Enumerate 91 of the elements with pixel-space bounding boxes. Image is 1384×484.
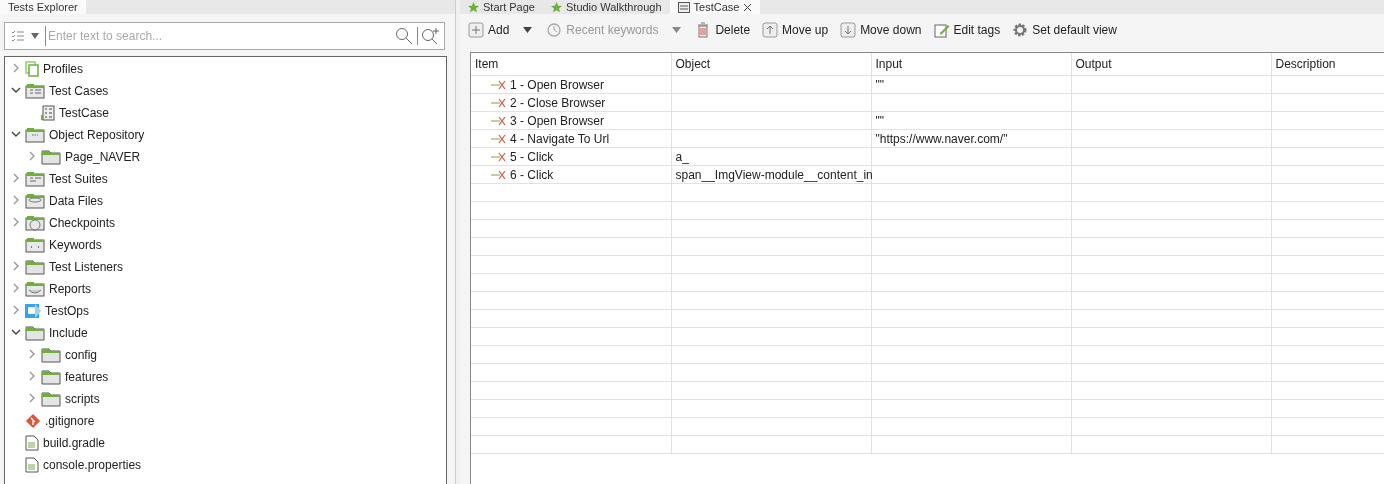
- chevron-right-icon[interactable]: [27, 151, 37, 161]
- tree-item[interactable]: scripts: [65, 392, 100, 406]
- chevron-right-icon[interactable]: [27, 349, 37, 359]
- star-icon: [468, 1, 479, 13]
- datafiles-icon: [25, 193, 45, 209]
- testcases-icon: [25, 83, 45, 99]
- table-cell: 6 - Click: [510, 167, 554, 182]
- table-cell: 1 - Open Browser: [510, 77, 605, 92]
- step-icon: [491, 97, 507, 108]
- toolbar-button[interactable]: Delete: [693, 22, 753, 38]
- dropdown-icon[interactable]: [31, 33, 39, 39]
- chevron-right-icon[interactable]: [11, 261, 21, 271]
- search-input[interactable]: Enter text to search...: [46, 28, 395, 44]
- suites-icon: [25, 171, 45, 187]
- table-cell: 5 - Click: [510, 149, 554, 164]
- view-tab[interactable]: Tests Explorer: [0, 0, 86, 14]
- toolbar-button[interactable]: Set default view: [1010, 22, 1119, 38]
- clock-icon: [546, 22, 563, 38]
- checkpoints-icon: [25, 215, 45, 231]
- tree-item[interactable]: Keywords: [49, 238, 102, 252]
- table-cell: span__ImgView-module__content_in: [675, 167, 873, 182]
- folder-icon: [41, 149, 61, 165]
- dropdown-icon[interactable]: [523, 27, 533, 33]
- tree-item[interactable]: Test Listeners: [49, 260, 124, 274]
- plus-icon: [468, 22, 484, 38]
- file-icon: [25, 457, 39, 473]
- table-cell: 2 - Close Browser: [510, 95, 606, 110]
- column-header[interactable]: Output: [1071, 53, 1271, 76]
- tree-item[interactable]: Reports: [49, 282, 92, 296]
- column-header[interactable]: Object: [671, 53, 871, 76]
- table-cell: "https://www.naver.com/": [875, 131, 1008, 146]
- star-icon: [551, 1, 562, 13]
- table-cell: "": [875, 113, 885, 128]
- tree-item[interactable]: Page_NAVER: [65, 150, 141, 164]
- tree-item[interactable]: Object Repository: [49, 128, 145, 142]
- chevron-right-icon[interactable]: [11, 63, 21, 73]
- gear-icon: [1012, 22, 1029, 38]
- checklist-icon[interactable]: [11, 29, 25, 43]
- advanced-search-icon[interactable]: [417, 27, 441, 45]
- chevron-right-icon[interactable]: [11, 195, 21, 205]
- tree-item[interactable]: Test Cases: [49, 84, 109, 98]
- pencil-icon: [933, 22, 950, 38]
- step-icon: [491, 115, 507, 126]
- step-icon: [491, 133, 507, 144]
- repository-icon: [25, 127, 45, 143]
- chevron-right-icon[interactable]: [27, 371, 37, 381]
- folder-icon: [41, 391, 61, 407]
- table-cell: a_: [675, 149, 689, 164]
- tree-item[interactable]: Include: [49, 326, 88, 340]
- chevron-right-icon[interactable]: [11, 173, 21, 183]
- tree-item[interactable]: TestCase: [59, 106, 110, 120]
- table-cell: "": [875, 77, 885, 92]
- file-icon: [25, 435, 39, 451]
- column-header[interactable]: Item: [471, 53, 671, 76]
- folder-icon: [41, 347, 61, 363]
- folder-icon: [25, 259, 45, 275]
- tree-item[interactable]: Data Files: [49, 194, 104, 208]
- pages-icon: [25, 61, 39, 77]
- tree-item[interactable]: Test Suites: [49, 172, 108, 186]
- toolbar-button[interactable]: Move up: [760, 22, 831, 38]
- tree-item[interactable]: TestOps: [45, 304, 89, 318]
- chevron-down-icon[interactable]: [11, 85, 21, 95]
- column-header[interactable]: Input: [871, 53, 1071, 76]
- close-icon[interactable]: [743, 2, 753, 12]
- chevron-right-icon[interactable]: [27, 393, 37, 403]
- toolbar-button[interactable]: Add: [466, 22, 512, 38]
- chevron-right-icon[interactable]: [11, 283, 21, 293]
- tree-item[interactable]: console.properties: [43, 458, 142, 472]
- table-cell: 4 - Navigate To Url: [510, 131, 610, 146]
- folder-icon: [41, 369, 61, 385]
- toolbar-button[interactable]: Move down: [838, 22, 924, 38]
- tree-item[interactable]: features: [65, 370, 109, 384]
- folder-icon: [25, 325, 45, 341]
- step-icon: [491, 169, 507, 180]
- tree-item[interactable]: Profiles: [43, 62, 83, 76]
- step-icon: [491, 151, 507, 162]
- tree-item[interactable]: Checkpoints: [49, 216, 116, 230]
- tree-item[interactable]: build.gradle: [43, 436, 106, 450]
- tree-item[interactable]: config: [65, 348, 98, 362]
- chevron-down-icon[interactable]: [11, 327, 21, 337]
- chevron-down-icon[interactable]: [11, 129, 21, 139]
- chevron-right-icon[interactable]: [11, 305, 21, 315]
- search-field[interactable]: Enter text to search...: [4, 22, 445, 50]
- table-cell: 3 - Open Browser: [510, 113, 605, 128]
- editor-tab[interactable]: TestCase: [669, 0, 761, 14]
- step-icon: [491, 79, 507, 90]
- list-icon: [41, 105, 55, 121]
- toolbar-button[interactable]: Edit tags: [931, 22, 1003, 38]
- tree-item[interactable]: .gitignore: [45, 414, 95, 428]
- search-icon[interactable]: [395, 27, 413, 45]
- chevron-right-icon[interactable]: [11, 217, 21, 227]
